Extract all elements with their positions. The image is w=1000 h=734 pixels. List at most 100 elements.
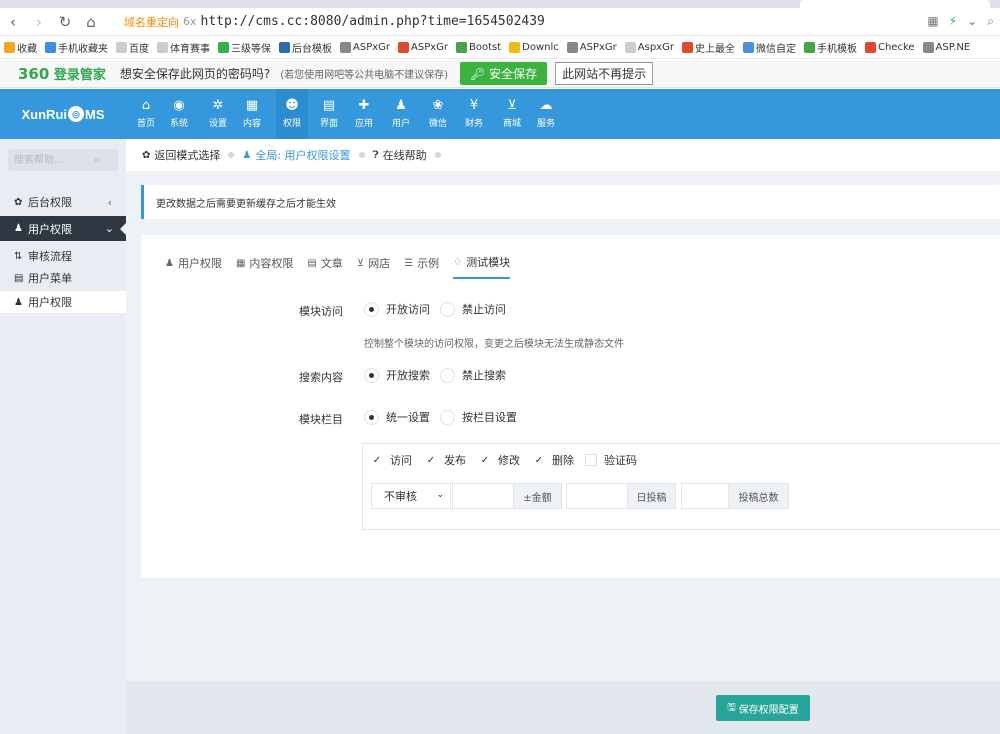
amount-input[interactable] [452,483,514,509]
brand-logo[interactable]: XunRui ◎ MS [0,89,126,139]
breadcrumb-current[interactable]: 全局: 用户权限设置 [255,147,350,163]
radio-unified-setting[interactable]: 统一设置 [364,409,430,425]
sidebar-item-label: 审核流程 [28,250,72,263]
radio-deny-search[interactable]: 禁止搜索 [440,367,506,383]
nav-item-home[interactable]: ⌂ 首页 [130,89,162,139]
checkbox-4[interactable]: 验证码 [585,452,637,468]
sidebar-item-user-menu[interactable]: ▤ 用户菜单 [0,267,126,289]
bookmark-label: Bootst [469,42,502,53]
back-icon[interactable]: ‹ [0,9,26,35]
bookmark-item[interactable]: ASP.NE [922,42,970,53]
tab-diamond[interactable]: ♢ 测试模块 [453,247,511,279]
home-icon[interactable]: ⌂ [78,9,104,35]
checkbox-2[interactable]: ✓ 修改 [479,452,520,468]
browser-tab-active[interactable] [800,0,990,8]
bookmark-item[interactable]: 后台模板 [279,40,332,55]
sidebar-item-review-flow[interactable]: ⇅ 审核流程 [0,245,126,267]
search-icon[interactable]: ⌕ [987,14,994,29]
nav-item-cart[interactable]: ⊻ 商城 [496,89,528,139]
bookmark-item[interactable]: 史上最全 [681,40,735,55]
tab-doc[interactable]: ▤ 文章 [307,247,342,279]
check-icon[interactable]: ✓ [371,454,383,466]
nav-item-label: 微信 [428,119,447,129]
bookmark-item[interactable]: 体育赛事 [157,40,210,55]
forward-icon[interactable]: › [26,9,52,35]
radio-circle-checked[interactable] [364,409,379,425]
grid-icon[interactable]: ▦ [927,14,938,29]
nav-item-yen[interactable]: ¥ 财务 [458,89,490,139]
bookmark-item[interactable]: 三级等保 [218,40,271,55]
bookmark-item[interactable]: Checke [864,42,915,53]
nav-item-globe[interactable]: ◉ 系统 [163,89,195,139]
search-content-label: 搜索内容 [299,371,343,384]
bookmark-item[interactable]: 手机收藏夹 [45,40,108,55]
total-post-addon: 投稿总数 [729,483,789,509]
nav-item-chat[interactable]: ❀ 微信 [422,89,454,139]
breadcrumb-help-link[interactable]: 在线帮助 [383,147,427,163]
bookmark-label: ASPxGr [579,42,617,53]
bookmark-item[interactable]: Downlc [509,42,559,53]
bookmark-icon [803,42,815,53]
checkbox-1[interactable]: ✓ 发布 [425,452,466,468]
safe-save-button[interactable]: 🔑︎ 安全保存 [460,62,548,85]
radio-circle[interactable] [440,409,455,425]
bookmark-item[interactable]: 收藏 [4,40,37,55]
radio-per-category-setting[interactable]: 按栏目设置 [440,409,517,425]
radio-circle-checked[interactable] [364,367,379,383]
gears-icon: ✲ [212,98,224,113]
sidebar-group-user-permission[interactable]: ♟ 用户权限 ⌄ [0,216,127,241]
save-permission-button[interactable]: 🖫︎ 保存权限配置 [716,695,810,721]
daily-post-input[interactable] [566,483,628,509]
diamond-icon: ♢ [453,256,463,268]
url-field[interactable]: http://cms.cc:8080/admin.php?time=165450… [201,14,545,29]
bookmark-item[interactable]: 微信自定 [742,40,796,55]
check-icon[interactable]: ✓ [533,454,545,466]
nav-item-gears[interactable]: ✲ 设置 [202,89,234,139]
bookmark-item[interactable]: ASPxGr [398,42,448,53]
sidebar: ⌕ ✿ 后台权限 ‹ ♟ 用户权限 ⌄ ⇅ 审核流程 ▤ 用户菜单 ♟ 用户权限 [0,139,127,734]
bookmark-icon [4,42,15,53]
nav-item-puzzle[interactable]: ✚ 应用 [348,89,380,139]
sidebar-item-user-permission[interactable]: ♟ 用户权限 [0,291,126,313]
bookmark-item[interactable]: ASPxGr [340,42,390,53]
checkbox-empty[interactable] [585,454,597,466]
checkbox-3[interactable]: ✓ 删除 [533,452,574,468]
radio-open-access[interactable]: 开放访问 [364,301,430,317]
nav-item-cloud[interactable]: ☁ 服务 [530,89,562,139]
radio-circle[interactable] [440,301,455,317]
tab-list[interactable]: ☰ 示例 [404,247,439,279]
radio-circle[interactable] [440,367,455,383]
check-icon[interactable]: ✓ [425,454,437,466]
sidebar-group-admin-permission[interactable]: ✿ 后台权限 ‹ [0,188,126,216]
bookmark-label: 史上最全 [694,44,735,55]
nav-item-grid[interactable]: ▦ 内容 [236,89,268,139]
bookmark-item[interactable]: 百度 [116,40,149,55]
daily-post-addon: 日投稿 [628,483,676,509]
nav-item-doc[interactable]: ▤ 界面 [313,89,345,139]
radio-circle-checked[interactable] [364,301,379,317]
review-select[interactable]: 不审核 ⌄ [371,483,451,509]
tab-table[interactable]: ▦ 内容权限 [236,247,293,279]
bookmark-item[interactable]: 手机模板 [803,40,857,55]
total-post-input[interactable] [681,483,729,509]
bookmark-item[interactable]: Bootst [456,42,501,53]
breadcrumb-back-link[interactable]: 返回模式选择 [154,147,220,163]
search-icon[interactable]: ⌕ [94,153,100,167]
bookmarks-bar: 收藏 手机收藏夹 百度 体育赛事 三级等保 后台模板 ASPxGr ASPxGr Bootst D… [0,37,1000,59]
radio-open-search[interactable]: 开放搜索 [364,367,430,383]
search-input[interactable] [8,149,94,171]
radio-deny-access[interactable]: 禁止访问 [440,301,506,317]
reload-icon[interactable]: ↻ [52,9,78,35]
tab-user[interactable]: ♟ 用户权限 [165,247,222,279]
nav-item-user-circle[interactable]: ☻ 权限 [276,89,308,139]
bookmark-item[interactable]: AspxGr [624,42,674,53]
bolt-icon[interactable]: ⚡ [949,14,957,29]
bookmark-item[interactable]: ASPxGr [566,42,617,53]
check-icon[interactable]: ✓ [479,454,491,466]
tab-cart[interactable]: ⊻ 网店 [357,247,390,279]
nav-item-user[interactable]: ♟ 用户 [385,89,417,139]
never-prompt-button[interactable]: 此网站不再提示 [555,62,654,85]
sidebar-item-label: 用户菜单 [28,272,72,285]
checkbox-0[interactable]: ✓ 访问 [371,452,412,468]
chevron-down-icon[interactable]: ⌄ [967,14,977,29]
